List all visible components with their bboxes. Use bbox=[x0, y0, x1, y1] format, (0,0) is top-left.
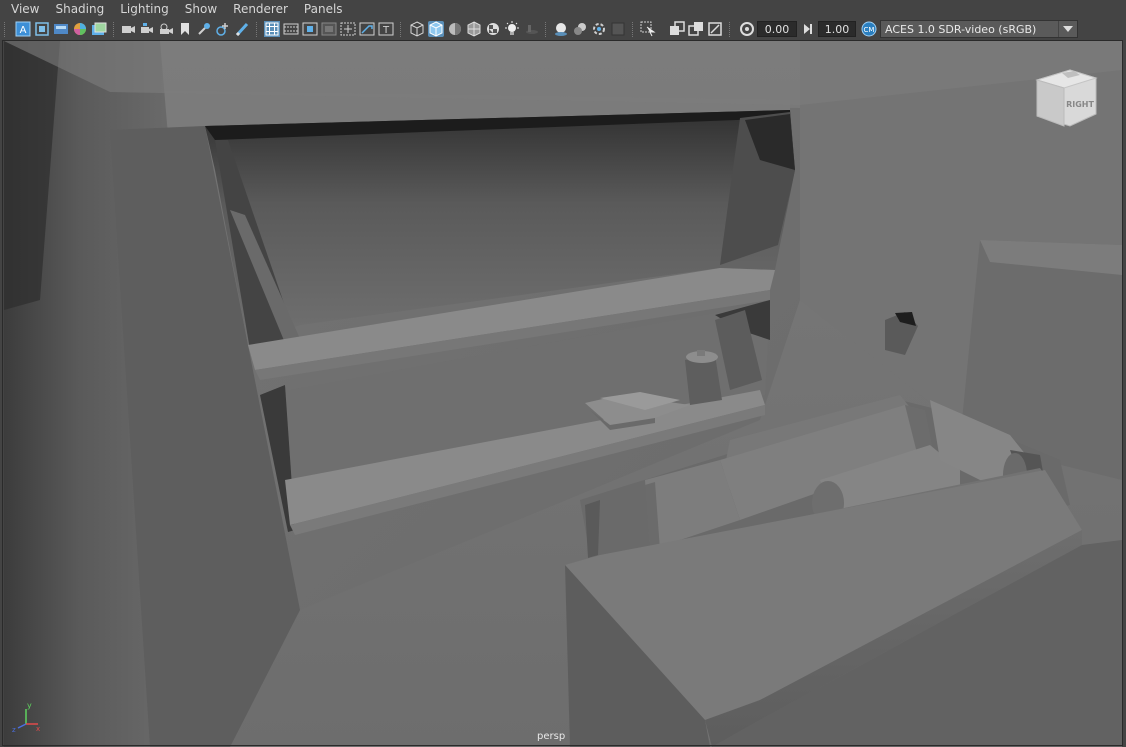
resolution-gate-icon[interactable] bbox=[302, 21, 318, 37]
paint-brush-icon[interactable] bbox=[234, 21, 250, 37]
multisample-aa-icon[interactable] bbox=[591, 21, 607, 37]
toolbar-separator bbox=[545, 22, 548, 37]
svg-text:A: A bbox=[20, 25, 27, 36]
color-wheel-icon[interactable] bbox=[72, 21, 88, 37]
isolate-select-icon[interactable] bbox=[640, 21, 656, 37]
toolbar-separator bbox=[632, 22, 635, 37]
toolbar-separator bbox=[4, 22, 7, 37]
image-plane-icon[interactable] bbox=[53, 21, 69, 37]
view-transform-value: ACES 1.0 SDR-video (sRGB) bbox=[885, 23, 1037, 36]
view-transform-dropdown[interactable]: ACES 1.0 SDR-video (sRGB) bbox=[880, 20, 1078, 38]
xray-icon[interactable] bbox=[669, 21, 685, 37]
toolbar-separator bbox=[729, 22, 732, 37]
scene-render bbox=[4, 41, 1122, 747]
screen-space-ao-icon[interactable] bbox=[553, 21, 569, 37]
safe-title-icon[interactable]: T bbox=[378, 21, 394, 37]
gamma-field[interactable]: 1.00 bbox=[818, 21, 856, 37]
camera-name-label: persp bbox=[537, 731, 566, 742]
use-all-lights-icon[interactable] bbox=[504, 21, 520, 37]
menu-shading[interactable]: Shading bbox=[47, 0, 112, 19]
depth-of-field-icon[interactable] bbox=[610, 21, 626, 37]
menu-panels[interactable]: Panels bbox=[296, 0, 351, 19]
axis-label-z: z bbox=[12, 726, 16, 734]
gate-mask-icon[interactable] bbox=[321, 21, 337, 37]
exposure-icon[interactable] bbox=[739, 21, 755, 37]
toolbar-separator bbox=[113, 22, 116, 37]
shadows-icon[interactable] bbox=[523, 21, 539, 37]
wireframe-on-shaded-icon[interactable] bbox=[447, 21, 463, 37]
camera-film-icon[interactable] bbox=[158, 21, 174, 37]
checker-icon[interactable] bbox=[485, 21, 501, 37]
3d-viewport[interactable]: RIGHT bbox=[4, 41, 1122, 747]
grid-toggle-icon[interactable] bbox=[264, 21, 280, 37]
menu-lighting[interactable]: Lighting bbox=[112, 0, 177, 19]
toolbar-separator bbox=[256, 22, 259, 37]
smooth-shade-icon[interactable] bbox=[428, 21, 444, 37]
gamma-icon[interactable] bbox=[800, 21, 816, 37]
view-transform-icon[interactable]: CM bbox=[861, 21, 877, 37]
toolbar-separator bbox=[400, 22, 403, 37]
2d-pan-zoom-icon[interactable] bbox=[196, 21, 212, 37]
select-camera-icon[interactable]: A bbox=[15, 21, 31, 37]
menu-renderer[interactable]: Renderer bbox=[225, 0, 296, 19]
svg-text:CM: CM bbox=[864, 26, 875, 34]
camera-attributes-icon[interactable] bbox=[120, 21, 136, 37]
view-cube[interactable]: RIGHT bbox=[1034, 66, 1098, 136]
xray-components-icon[interactable] bbox=[707, 21, 723, 37]
safe-action-icon[interactable] bbox=[359, 21, 375, 37]
grease-pencil-icon[interactable] bbox=[91, 21, 107, 37]
grease-pencil-tool-icon[interactable] bbox=[215, 21, 231, 37]
xray-joints-icon[interactable] bbox=[688, 21, 704, 37]
svg-text:T: T bbox=[382, 25, 390, 36]
field-chart-icon[interactable] bbox=[340, 21, 356, 37]
axis-label-y: y bbox=[27, 701, 32, 710]
motion-blur-icon[interactable] bbox=[572, 21, 588, 37]
view-cube-label: RIGHT bbox=[1066, 100, 1094, 109]
film-gate-icon[interactable] bbox=[283, 21, 299, 37]
menu-view[interactable]: View bbox=[0, 0, 47, 19]
axis-label-x: x bbox=[36, 725, 40, 733]
panel-menubar: View Shading Lighting Show Renderer Pane… bbox=[0, 0, 1126, 19]
bookmark-icon[interactable] bbox=[177, 21, 193, 37]
wireframe-icon[interactable] bbox=[409, 21, 425, 37]
textured-icon[interactable] bbox=[466, 21, 482, 37]
menu-show[interactable]: Show bbox=[177, 0, 225, 19]
axis-gizmo: y x z bbox=[12, 700, 42, 734]
bookmark-camera-icon[interactable] bbox=[139, 21, 155, 37]
exposure-field[interactable]: 0.00 bbox=[757, 21, 797, 37]
frame-all-icon[interactable] bbox=[34, 21, 50, 37]
chevron-down-icon[interactable] bbox=[1058, 21, 1077, 37]
